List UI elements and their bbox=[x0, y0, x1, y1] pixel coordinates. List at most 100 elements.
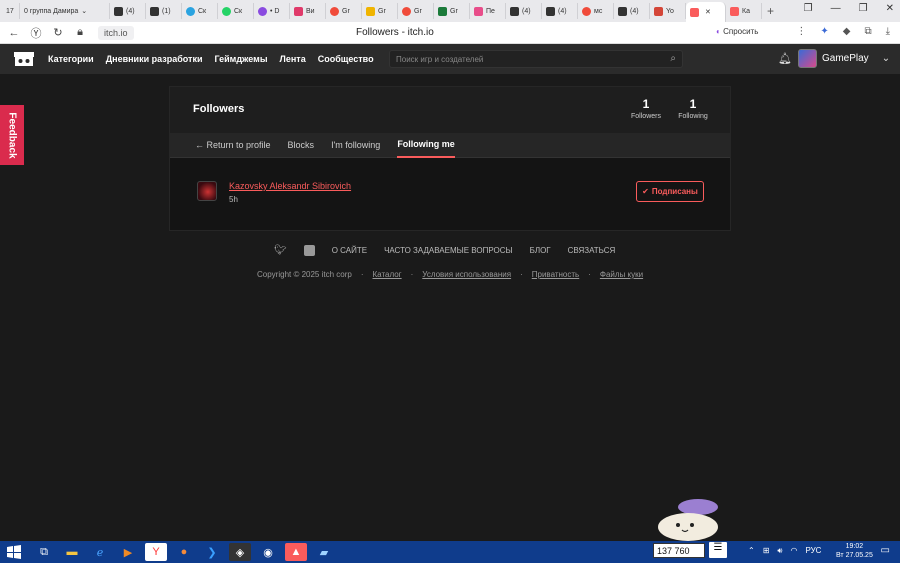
nav-categories[interactable]: Категории bbox=[48, 54, 94, 64]
reload-icon[interactable]: ↻ bbox=[50, 26, 66, 39]
browser-tab[interactable]: Yo bbox=[650, 3, 686, 19]
wifi-icon[interactable]: ◠ bbox=[790, 546, 797, 556]
footer-link-catalog[interactable]: Каталог bbox=[373, 270, 402, 279]
footer-link-blog[interactable]: БЛОГ bbox=[530, 246, 551, 255]
nav-devlogs[interactable]: Дневники разработки bbox=[106, 54, 203, 64]
site-favicon-icon bbox=[114, 6, 123, 16]
browser-tab-active[interactable]: ✕ bbox=[686, 2, 726, 22]
tab-return-to-profile[interactable]: ← Return to profile bbox=[195, 133, 271, 158]
browser-tab[interactable]: Ск bbox=[182, 3, 218, 19]
puzzle-icon[interactable]: ⧉ bbox=[864, 26, 871, 37]
notification-center-icon[interactable]: ▭ bbox=[881, 545, 890, 556]
nav-game-jams[interactable]: Геймджемы bbox=[214, 54, 267, 64]
volume-icon[interactable]: 🔊︎ bbox=[777, 546, 782, 556]
facebook-icon[interactable] bbox=[303, 245, 315, 256]
browser-tab[interactable]: Ви bbox=[290, 3, 326, 19]
window-controls: ❐ — ❐ ✕ bbox=[804, 3, 894, 14]
steam-icon[interactable]: ◉ bbox=[257, 543, 279, 561]
browser-tab[interactable]: 0 группа Дамира ⌄ bbox=[20, 3, 110, 19]
new-tab-plus-icon[interactable]: + bbox=[762, 4, 779, 18]
browser-tab[interactable]: (4) bbox=[542, 3, 578, 19]
browser-tab[interactable]: (4) bbox=[506, 3, 542, 19]
tab-following-me[interactable]: Following me bbox=[397, 133, 455, 158]
feedback-tab[interactable]: Feedback bbox=[0, 105, 24, 165]
chevron-up-icon[interactable]: ⌃ bbox=[748, 546, 755, 556]
yandex-icon[interactable]: Ⓨ bbox=[28, 25, 44, 41]
browser-tab[interactable]: Пе bbox=[470, 3, 506, 19]
nav-feed[interactable]: Лента bbox=[280, 54, 306, 64]
site-favicon-icon bbox=[546, 6, 555, 16]
browser-tab[interactable]: Ск bbox=[218, 3, 254, 19]
windows-start-icon[interactable] bbox=[3, 541, 25, 563]
internet-explorer-icon[interactable]: ℯ bbox=[89, 543, 111, 561]
footer-link-privacy[interactable]: Приватность bbox=[532, 270, 579, 279]
network-icon[interactable]: ⊞ bbox=[763, 546, 770, 556]
browser-tab[interactable]: Gr bbox=[326, 3, 362, 19]
taskbar-apps: ⧉ ▬ ℯ ▶ Y ● ❯ ◈ ◉ ▲ ▰ bbox=[33, 543, 335, 561]
search-icon[interactable]: ⌕ bbox=[670, 53, 676, 64]
media-player-icon[interactable]: ▶ bbox=[117, 543, 139, 561]
nav-community[interactable]: Сообщество bbox=[318, 54, 374, 64]
tab-blocks[interactable]: Blocks bbox=[288, 133, 315, 158]
browser-tab[interactable]: • D bbox=[254, 3, 290, 19]
followers-stat[interactable]: 1 Followers bbox=[626, 97, 666, 120]
bookmark-icon[interactable]: ❐ bbox=[804, 3, 813, 14]
layers-icon[interactable]: ◆ bbox=[843, 26, 851, 37]
browser-tab[interactable]: Gr bbox=[362, 3, 398, 19]
browser-tab[interactable]: Gr bbox=[434, 3, 470, 19]
follower-avatar[interactable] bbox=[197, 181, 217, 201]
download-icon[interactable]: ⤓ bbox=[886, 26, 890, 37]
footer-link-about[interactable]: О САЙТЕ bbox=[332, 246, 367, 255]
username: GamePlay bbox=[822, 53, 869, 64]
close-icon[interactable]: ✕ bbox=[705, 8, 711, 16]
browser-tab[interactable]: мс bbox=[578, 3, 614, 19]
subscribed-button[interactable]: ✔ Подписаны bbox=[636, 181, 704, 202]
task-view-icon[interactable]: ⧉ bbox=[33, 543, 55, 561]
clock[interactable]: 19:02 Вт 27.05.25 bbox=[836, 542, 873, 560]
itch-favicon-icon bbox=[730, 6, 739, 16]
browser-tab[interactable]: (4) bbox=[110, 3, 146, 19]
footer-link-contact[interactable]: СВЯЗАТЬСЯ bbox=[568, 246, 616, 255]
minimize-icon[interactable]: — bbox=[831, 3, 841, 14]
notepad-icon[interactable]: ▰ bbox=[313, 543, 335, 561]
follower-name-link[interactable]: Kazovsky Aleksandr Sibirovich bbox=[229, 181, 351, 191]
itch-app-icon[interactable]: ▲ bbox=[285, 543, 307, 561]
firefox-icon[interactable]: ● bbox=[173, 543, 195, 561]
tab-im-following[interactable]: I'm following bbox=[331, 133, 380, 158]
itch-logo-icon[interactable] bbox=[12, 50, 36, 68]
twitter-icon[interactable]: 🐦︎ bbox=[274, 245, 287, 256]
file-explorer-icon[interactable]: ▬ bbox=[61, 543, 83, 561]
search-input[interactable]: Поиск игр и создателей ⌕ bbox=[389, 50, 683, 68]
ask-button[interactable]: ◐ Спросить bbox=[716, 27, 758, 36]
follower-info: Kazovsky Aleksandr Sibirovich 5h bbox=[229, 181, 351, 204]
browser-tab[interactable]: 17 bbox=[2, 3, 20, 19]
checkmark-icon: ✔ bbox=[642, 187, 649, 196]
following-label: Following bbox=[678, 113, 708, 120]
language-indicator[interactable]: РУС bbox=[805, 546, 821, 556]
notifications-bell-icon[interactable]: 🔔︎ bbox=[778, 52, 792, 65]
browser-tab[interactable]: Gr bbox=[398, 3, 434, 19]
vscode-icon[interactable]: ❯ bbox=[201, 543, 223, 561]
site-favicon-icon bbox=[330, 6, 339, 16]
menu-icon[interactable]: ☰ bbox=[709, 542, 727, 558]
following-stat[interactable]: 1 Following bbox=[673, 97, 713, 120]
whatsapp-icon bbox=[222, 6, 231, 16]
close-window-icon[interactable]: ✕ bbox=[886, 3, 894, 14]
yandex-browser-icon[interactable]: Y bbox=[145, 543, 167, 561]
back-arrow-icon[interactable]: ← bbox=[6, 27, 22, 39]
extension-icon[interactable]: ✦ bbox=[820, 26, 828, 37]
browser-tab[interactable]: Ка bbox=[726, 3, 762, 19]
url-field[interactable]: itch.io bbox=[98, 25, 134, 40]
footer-link-faq[interactable]: ЧАСТО ЗАДАВАЕМЫЕ ВОПРОСЫ bbox=[384, 246, 513, 255]
browser-tab[interactable]: (4) bbox=[614, 3, 650, 19]
more-icon[interactable]: ⋮ bbox=[796, 26, 806, 37]
browser-tab[interactable]: (1) bbox=[146, 3, 182, 19]
godot-icon[interactable]: ◈ bbox=[229, 543, 251, 561]
footer-link-terms[interactable]: Условия использования bbox=[422, 270, 511, 279]
follower-time: 5h bbox=[229, 195, 238, 204]
user-menu[interactable]: GamePlay ⌄ bbox=[798, 49, 890, 68]
footer-link-cookies[interactable]: Файлы куки bbox=[600, 270, 643, 279]
maximize-icon[interactable]: ❐ bbox=[859, 3, 868, 14]
panel-header: Followers 1 Followers 1 Following bbox=[170, 87, 730, 133]
followers-count: 1 bbox=[642, 97, 650, 111]
